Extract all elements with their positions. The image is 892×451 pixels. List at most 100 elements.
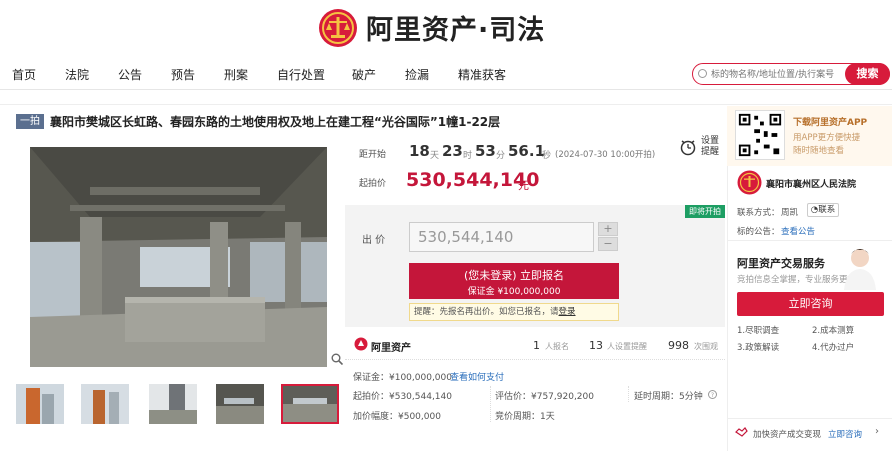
register-deposit: 保证金 ¥100,000,000 (467, 287, 561, 297)
start-time: (2024-07-30 10:00开拍) (555, 150, 656, 160)
nav-item-precise-leads[interactable]: 精准获客 (458, 66, 506, 83)
reminder-label: 人设置提醒 (607, 342, 647, 351)
signup-count: 1 (533, 339, 540, 352)
appraisal-info: 评估价：¥757,920,200 (495, 392, 594, 402)
divider (628, 386, 629, 402)
divider (490, 386, 491, 422)
countdown-seconds: 56.1 (508, 142, 546, 160)
service-title: 阿里资产交易服务 (737, 257, 825, 270)
bid-input[interactable]: 530,544,140 (409, 222, 594, 252)
qr-code-icon (735, 110, 785, 160)
auction-round-tag: 一拍 (16, 114, 44, 129)
day-unit: 天 (430, 151, 440, 161)
increase-bid-button[interactable]: + (598, 222, 618, 236)
chevron-right-icon[interactable]: › (875, 426, 879, 437)
notice-label: 标的公告： (737, 227, 780, 237)
search-input[interactable] (711, 67, 841, 82)
divider (727, 240, 892, 241)
nav-item-self-disposal[interactable]: 自行处置 (277, 66, 325, 83)
set-reminder-button[interactable]: 设置提醒 (701, 136, 723, 158)
contact-label: 联系方式： (737, 208, 780, 218)
search-button[interactable]: 搜索 (845, 63, 890, 85)
court-emblem-icon (737, 170, 762, 195)
auction-title: 襄阳市樊城区长虹路、春园东路的土地使用权及地上在建工程“光谷国际”1幢1-22层 (50, 115, 501, 129)
start-price-info: 起拍价：¥530,544,140 (353, 392, 452, 402)
search-icon (698, 69, 707, 78)
deposit-info: 保证金：¥100,000,000 (353, 373, 452, 383)
countdown-label: 距开始 (359, 150, 387, 160)
nav-item-notice[interactable]: 公告 (118, 66, 142, 83)
nav-item-bargain[interactable]: 捡漏 (405, 66, 429, 83)
building-exterior-image (81, 384, 129, 424)
main-photo[interactable] (30, 147, 327, 367)
view-label: 次围观 (694, 342, 718, 351)
promo-sub1: 用APP更方便快捷 (793, 133, 861, 143)
service-item[interactable]: 2.成本测算 (812, 324, 854, 336)
thumbnail-selected[interactable] (281, 384, 339, 424)
alarm-clock-icon[interactable] (679, 138, 697, 156)
delay-info: 延时周期：5分钟 (634, 392, 703, 402)
construction-floor-image (30, 147, 327, 367)
reminder-count: 13 (589, 339, 603, 352)
thumbnail[interactable] (149, 384, 197, 424)
consult-button[interactable]: 立即咨询 (737, 292, 884, 316)
countdown-minutes: 53 (475, 142, 496, 160)
minute-unit: 分 (496, 151, 506, 161)
interior-floor-image (216, 384, 264, 424)
nav-item-court[interactable]: 法院 (65, 66, 89, 83)
brand-title[interactable]: 阿里资产·司法 (366, 8, 545, 47)
register-button[interactable]: (您未登录) 立即报名 保证金 ¥100,000,000 (409, 263, 619, 299)
building-exterior-image (16, 384, 64, 424)
contact-button[interactable]: ◔联系 (807, 203, 839, 217)
decrease-bid-button[interactable]: − (598, 237, 618, 251)
service-agent-avatar (844, 249, 876, 290)
interior-floor-image (283, 386, 337, 422)
login-tip: 提醒：先报名再出价。如您已报名，请登录 (409, 303, 619, 321)
court-emblem-icon (319, 9, 357, 47)
price-unit: 元 (518, 179, 529, 192)
ali-assets-logo-icon (354, 337, 368, 351)
zoom-icon[interactable] (331, 353, 343, 365)
nav-item-home[interactable]: 首页 (12, 66, 36, 83)
notice-link[interactable]: 查看公告 (781, 225, 815, 237)
contact-button-label: 联系 (818, 205, 836, 215)
footer-text: 加快资产成交变现 (753, 430, 822, 440)
promo-sub2: 随时随地查看 (793, 146, 845, 156)
service-item[interactable]: 3.政策解读 (737, 341, 779, 353)
countdown-hours: 23 (442, 142, 463, 160)
thumbnail[interactable] (216, 384, 264, 424)
platform-name: 阿里资产 (371, 343, 411, 354)
court-name[interactable]: 襄阳市襄州区人民法院 (766, 177, 856, 190)
view-count: 998 (668, 339, 689, 352)
start-price-label: 起拍价 (359, 179, 387, 189)
service-item[interactable]: 4.代办过户 (812, 341, 854, 353)
svg-text:?: ? (711, 392, 714, 399)
service-item[interactable]: 1.尽职调查 (737, 324, 779, 336)
thumbnail[interactable] (81, 384, 129, 424)
help-icon[interactable]: ? (708, 390, 717, 399)
nav-item-bankruptcy[interactable]: 破产 (352, 66, 376, 83)
status-badge: 即将开拍 (685, 205, 725, 218)
how-to-pay-link[interactable]: 查看如何支付 (450, 370, 504, 383)
thumbnail[interactable] (16, 384, 64, 424)
increment-info: 加价幅度：¥500,000 (353, 412, 441, 422)
bid-label: 出 价 (362, 235, 386, 246)
handshake-icon (735, 427, 748, 437)
hour-unit: 时 (463, 151, 473, 161)
contact-name: 周凯 (781, 208, 799, 218)
nav-item-criminal[interactable]: 刑案 (224, 66, 248, 83)
promo-title: 下载阿里资产APP (793, 118, 868, 128)
signup-label: 人报名 (545, 342, 569, 351)
bid-period-info: 竞价周期：1天 (495, 412, 555, 422)
login-link[interactable]: 登录 (559, 307, 576, 317)
divider (0, 104, 892, 105)
divider (727, 418, 892, 419)
nav-item-preview[interactable]: 预告 (171, 66, 195, 83)
building-facade-image (149, 384, 197, 424)
register-title: (您未登录) 立即报名 (463, 269, 565, 282)
tip-text: 提醒：先报名再出价。如您已报名，请 (414, 307, 559, 317)
footer-consult-link[interactable]: 立即咨询 (828, 428, 862, 440)
top-header: 阿里资产·司法 (0, 0, 892, 58)
countdown-days: 18 (409, 142, 430, 160)
search-box: 搜索 (692, 63, 890, 85)
